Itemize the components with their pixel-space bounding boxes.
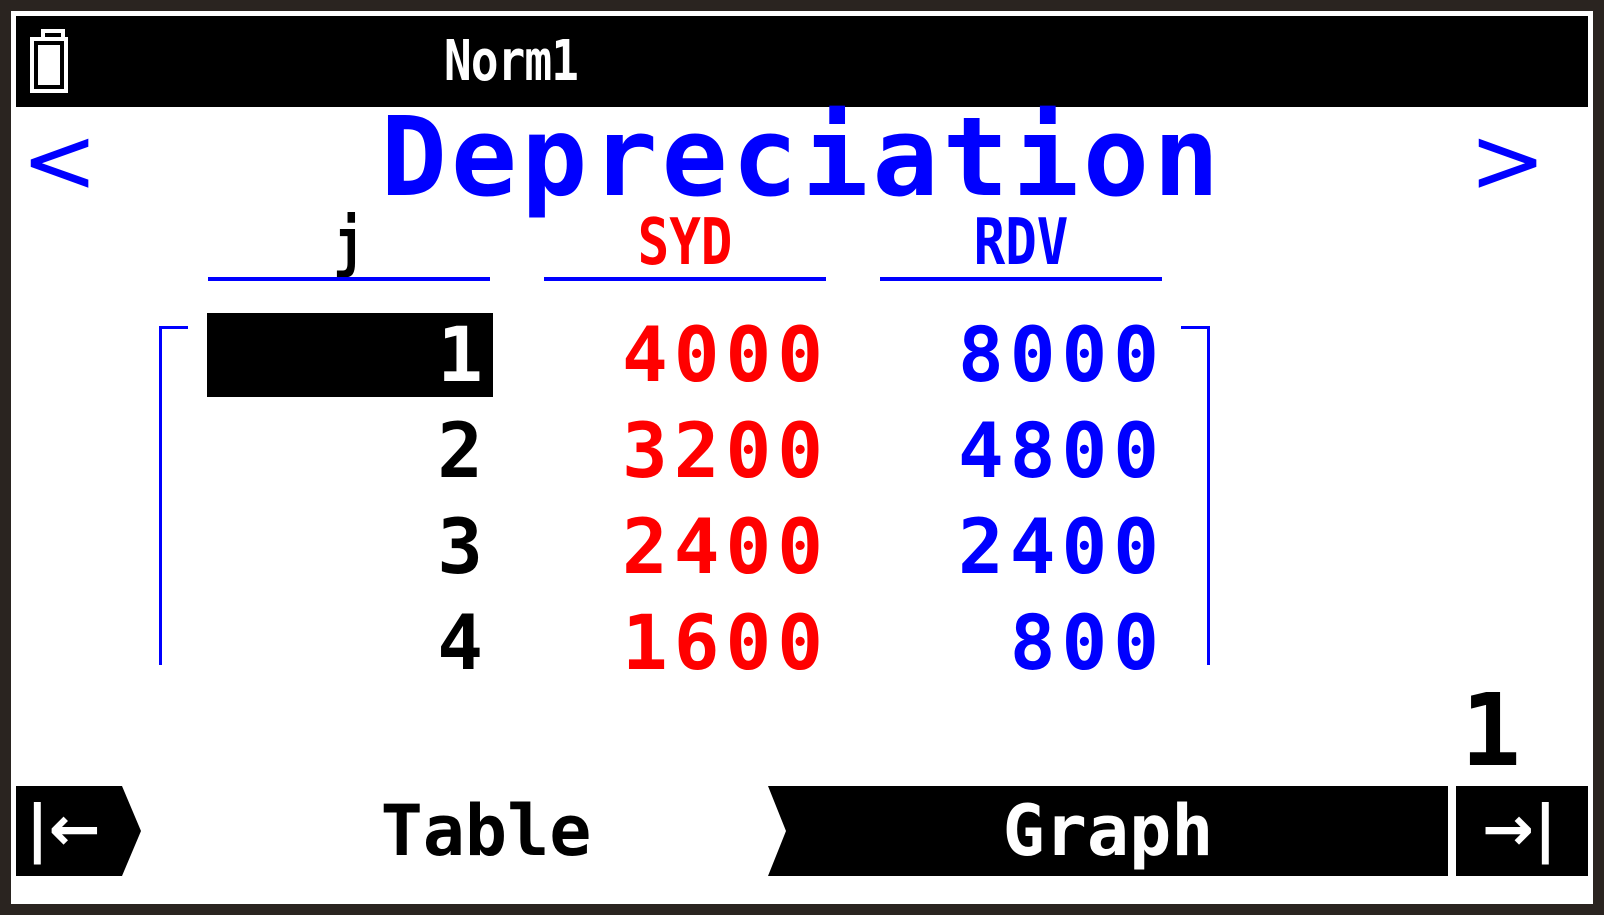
table-cell-syd[interactable]: 2400 [543, 505, 829, 589]
current-row-indicator: 1 [1460, 672, 1521, 789]
column-header-rdv: RDV [973, 206, 1069, 280]
table-cell-j[interactable]: 4 [207, 601, 493, 685]
column-header-j: j [333, 206, 365, 280]
column-header-syd: SYD [637, 206, 733, 280]
matrix-right-bracket [1181, 326, 1210, 665]
matrix-left-bracket [159, 326, 188, 665]
mode-indicator: Norm1 [444, 29, 579, 94]
calculator-screen: Norm1 < Depreciation > j SYD RDV 1 4000 … [11, 11, 1593, 904]
next-function-key[interactable]: →| [1452, 786, 1588, 876]
table-cell-syd[interactable]: 1600 [543, 601, 829, 685]
table-function-key[interactable]: Table [316, 786, 656, 876]
column-underline-j [208, 277, 490, 281]
page-title: Depreciation [380, 93, 1224, 221]
table-cell-rdv[interactable]: 8000 [879, 313, 1165, 397]
table-cell-syd[interactable]: 4000 [543, 313, 829, 397]
back-function-key[interactable]: |← [16, 786, 141, 876]
back-to-start-icon: |← [26, 792, 101, 865]
function-key-bar: |← Table Graph →| [16, 786, 1588, 876]
table-cell-j[interactable]: 1 [207, 313, 493, 397]
table-cell-j[interactable]: 3 [207, 505, 493, 589]
graph-function-key[interactable]: Graph [768, 786, 1448, 876]
column-underline-rdv [880, 277, 1162, 281]
forward-to-end-icon: →| [1482, 792, 1557, 865]
table-cell-syd[interactable]: 3200 [543, 409, 829, 493]
next-page-arrow[interactable]: > [1469, 111, 1546, 211]
column-underline-syd [544, 277, 826, 281]
device-frame: Norm1 < Depreciation > j SYD RDV 1 4000 … [0, 0, 1604, 915]
table-cell-rdv[interactable]: 2400 [879, 505, 1165, 589]
graph-function-label: Graph [1002, 790, 1214, 872]
table-cell-rdv[interactable]: 800 [879, 601, 1165, 685]
battery-icon [30, 29, 68, 93]
table-cell-j[interactable]: 2 [207, 409, 493, 493]
table-cell-rdv[interactable]: 4800 [879, 409, 1165, 493]
